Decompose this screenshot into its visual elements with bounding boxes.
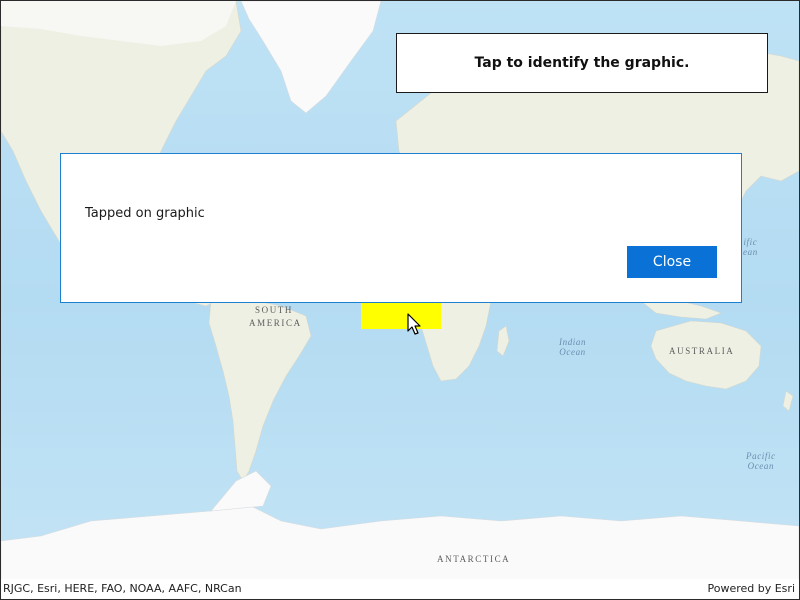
map-label-pacific-ocean: Pacific Ocean: [746, 451, 776, 471]
dialog-message: Tapped on graphic: [85, 206, 205, 221]
app-window: SOUTH AMERICA AUSTRALIA ANTARCTICA India…: [0, 0, 800, 600]
map-label-south-america-2: AMERICA: [249, 318, 302, 328]
attribution-bar: RJGC, Esri, HERE, FAO, NOAA, AAFC, NRCan…: [1, 579, 799, 599]
map-label-south-america: SOUTH: [255, 305, 294, 315]
map-label-pacific-ocean-north: ific ean: [743, 237, 758, 257]
map-label-indian-ocean: Indian Ocean: [559, 337, 587, 357]
mouse-pointer-icon: [407, 313, 421, 335]
close-button[interactable]: Close: [627, 246, 717, 278]
instruction-text: Tap to identify the graphic.: [474, 55, 690, 71]
attribution-text: RJGC, Esri, HERE, FAO, NOAA, AAFC, NRCan: [3, 582, 242, 595]
instruction-panel: Tap to identify the graphic.: [396, 33, 768, 93]
message-dialog: Tapped on graphic Close: [60, 153, 742, 303]
map-label-australia: AUSTRALIA: [669, 346, 735, 356]
map-label-antarctica: ANTARCTICA: [437, 554, 511, 564]
yellow-graphic[interactable]: [361, 299, 441, 329]
powered-by-esri-link[interactable]: Powered by Esri: [707, 582, 795, 595]
